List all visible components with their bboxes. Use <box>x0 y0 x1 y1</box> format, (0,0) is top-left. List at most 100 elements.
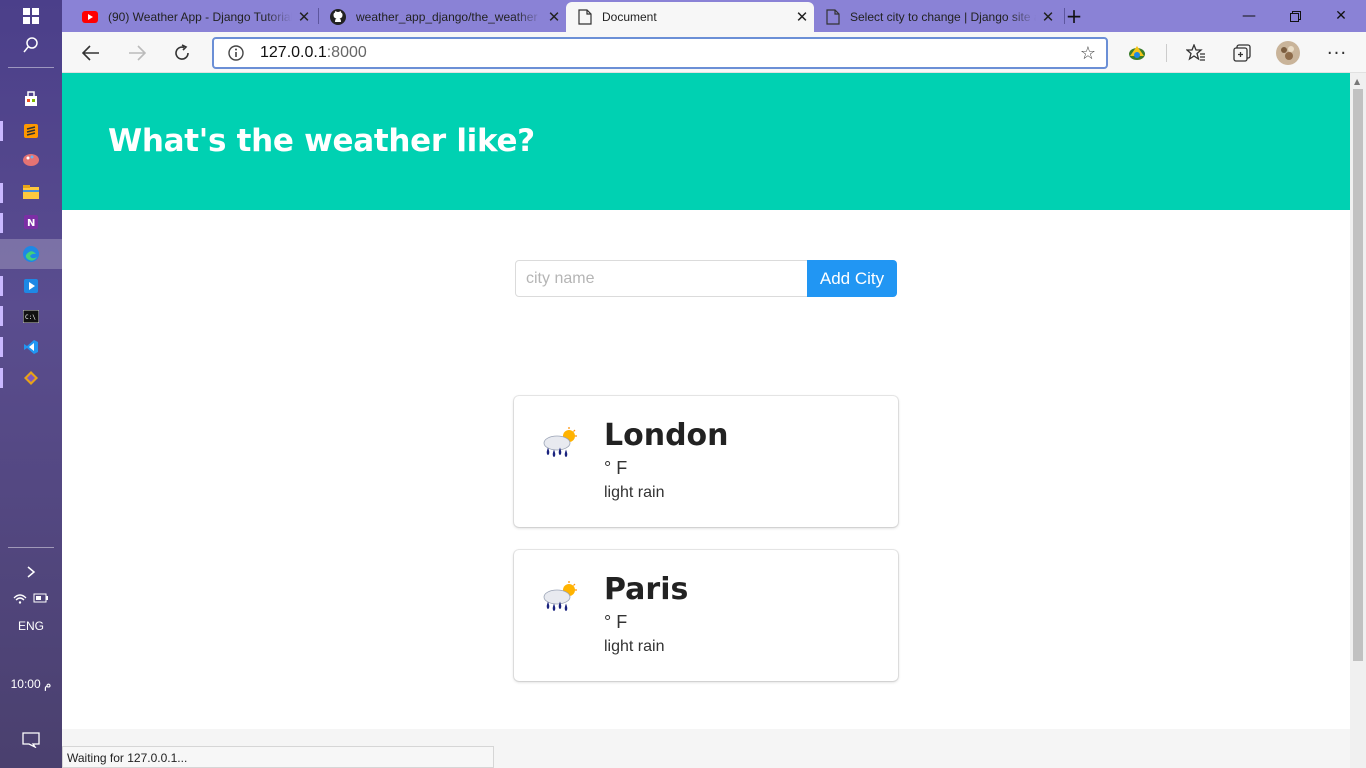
weather-description: light rain <box>604 638 665 655</box>
taskbar-edge[interactable] <box>0 239 62 269</box>
minimize-button[interactable]: — <box>1226 0 1272 32</box>
close-window-button[interactable]: ✕ <box>1318 0 1364 32</box>
taskbar-sublime[interactable] <box>0 117 62 145</box>
notifications-button[interactable] <box>0 726 62 754</box>
favorite-star-icon[interactable]: ☆ <box>1080 43 1096 64</box>
hero-banner: What's the weather like? <box>62 73 1350 210</box>
restore-button[interactable] <box>1272 0 1318 32</box>
chevron-right-icon <box>27 566 36 578</box>
search-icon <box>23 37 38 53</box>
onenote-icon: N <box>24 215 38 229</box>
status-bar: Waiting for 127.0.0.1... <box>62 746 494 768</box>
battery-icon[interactable] <box>33 593 49 603</box>
close-icon: ✕ <box>1335 8 1347 24</box>
taskbar-divider <box>8 547 54 548</box>
tab-django-admin[interactable]: Select city to change | Django site admi… <box>814 2 1060 32</box>
profile-button[interactable] <box>1271 36 1305 70</box>
forward-button[interactable] <box>120 36 154 70</box>
vscode-icon <box>24 340 38 354</box>
taskbar: N C:\ ENG 10:00 م <box>0 0 62 768</box>
city-name: Paris <box>604 572 689 607</box>
refresh-icon <box>175 44 189 60</box>
svg-text:N: N <box>27 218 35 229</box>
taskbar-onenote[interactable]: N <box>0 208 62 236</box>
close-tab-icon[interactable]: ✕ <box>1036 8 1060 26</box>
app-icon <box>24 371 38 385</box>
svg-text:C:\: C:\ <box>25 314 36 321</box>
store-icon <box>25 91 37 106</box>
add-city-button[interactable]: Add City <box>807 260 897 297</box>
url-port: :8000 <box>326 44 367 61</box>
minimize-icon: — <box>1242 8 1256 24</box>
edge-icon <box>23 246 39 262</box>
language-indicator[interactable]: ENG <box>0 619 62 633</box>
settings-menu-button[interactable]: ··· <box>1320 36 1354 70</box>
info-icon[interactable] <box>226 43 246 63</box>
show-hidden-icons-button[interactable] <box>0 558 62 586</box>
clock[interactable]: 10:00 م <box>0 677 62 691</box>
youtube-icon <box>82 11 98 23</box>
tab-label: weather_app_django/the_weather <box>356 10 538 24</box>
start-button[interactable] <box>0 2 62 30</box>
scroll-up-icon[interactable]: ▲ <box>1354 77 1360 86</box>
paint-icon <box>23 154 39 166</box>
favorites-icon <box>1186 44 1205 61</box>
extension-button[interactable] <box>1120 36 1154 70</box>
tab-youtube[interactable]: (90) Weather App - Django Tutorial ✕ <box>70 2 316 32</box>
favorites-button[interactable] <box>1179 36 1213 70</box>
taskbar-vscode[interactable] <box>0 333 62 361</box>
windows-icon <box>23 8 39 24</box>
city-name: London <box>604 418 729 453</box>
folder-icon <box>23 185 39 199</box>
collections-button[interactable] <box>1225 36 1259 70</box>
weather-card: London ° F light rain <box>514 396 898 527</box>
media-player-icon <box>24 279 38 293</box>
collections-icon <box>1233 44 1251 62</box>
scrollbar-thumb[interactable] <box>1353 89 1363 661</box>
tab-strip: (90) Weather App - Django Tutorial ✕ wea… <box>62 0 1366 32</box>
temperature: ° F <box>604 458 628 478</box>
toolbar-divider <box>1166 44 1167 62</box>
arrow-right-icon <box>129 45 146 61</box>
light-rain-icon <box>543 427 577 458</box>
page-viewport: What's the weather like? Add City London… <box>62 73 1350 768</box>
taskbar-store[interactable] <box>0 85 62 113</box>
avatar <box>1276 41 1300 65</box>
back-button[interactable] <box>74 36 108 70</box>
search-button[interactable] <box>0 31 62 59</box>
new-tab-button[interactable]: + <box>1058 0 1090 32</box>
notification-icon <box>22 732 40 748</box>
restore-icon <box>1289 10 1301 22</box>
taskbar-file-explorer[interactable] <box>0 178 62 206</box>
vertical-scrollbar[interactable]: ▲ <box>1350 73 1366 768</box>
taskbar-paint[interactable] <box>0 146 62 174</box>
more-options-icon: ··· <box>1326 42 1348 64</box>
github-icon <box>330 9 346 25</box>
arrow-left-icon <box>82 45 99 61</box>
page-icon <box>578 9 592 25</box>
address-bar[interactable]: 127.0.0.1:8000 ☆ <box>212 37 1108 69</box>
weather-description: light rain <box>604 484 665 501</box>
close-tab-icon[interactable]: ✕ <box>292 8 316 26</box>
tab-label: Document <box>602 10 657 24</box>
url-host: 127.0.0.1 <box>260 44 327 61</box>
taskbar-media-player[interactable] <box>0 272 62 300</box>
tab-github[interactable]: weather_app_django/the_weather ✕ <box>318 2 566 32</box>
sublime-text-icon <box>24 124 38 138</box>
city-name-input[interactable] <box>515 260 808 297</box>
refresh-button[interactable] <box>165 36 199 70</box>
tab-document[interactable]: Document ✕ <box>566 2 814 32</box>
url-text: 127.0.0.1:8000 <box>260 44 367 62</box>
taskbar-app[interactable] <box>0 364 62 392</box>
close-tab-icon[interactable]: ✕ <box>542 8 566 26</box>
tab-label: (90) Weather App - Django Tutorial <box>108 10 292 24</box>
system-tray <box>0 584 62 612</box>
temperature: ° F <box>604 612 628 632</box>
close-tab-icon[interactable]: ✕ <box>790 8 814 26</box>
taskbar-cmd[interactable]: C:\ <box>0 302 62 330</box>
weather-card: Paris ° F light rain <box>514 550 898 681</box>
taskbar-divider <box>8 67 54 68</box>
navigation-bar: 127.0.0.1:8000 ☆ ··· <box>62 32 1366 73</box>
terminal-icon: C:\ <box>23 309 39 323</box>
wifi-icon[interactable] <box>13 592 27 604</box>
